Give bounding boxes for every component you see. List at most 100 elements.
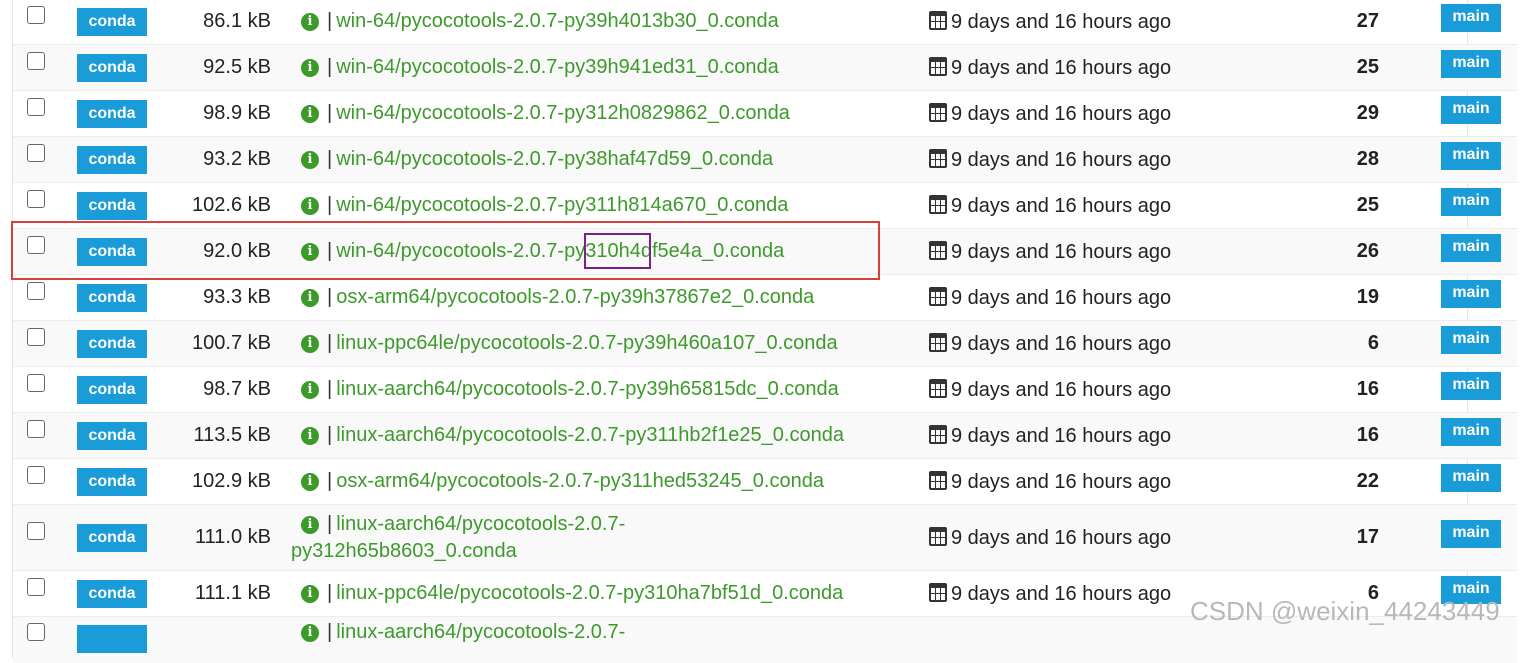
- row-checkbox[interactable]: [27, 97, 45, 116]
- download-count: 22: [1309, 458, 1379, 505]
- watermark: CSDN @weixin_44243449: [1190, 596, 1500, 626]
- row-checkbox[interactable]: [27, 143, 45, 162]
- file-link[interactable]: win-64/pycocotools-2.0.7-py38haf47d59_0.…: [336, 148, 773, 170]
- table-row: conda 111.0 kB i | linux-aarch64/pycocotoo…: [13, 504, 1517, 571]
- calendar-icon: [929, 379, 947, 398]
- file-link[interactable]: win-64/pycocotools-2.0.7-py312h0829862_0…: [336, 102, 790, 124]
- calendar-icon: [929, 11, 947, 30]
- label-badge[interactable]: main: [1441, 49, 1501, 78]
- type-badge: [77, 625, 147, 653]
- info-icon[interactable]: i: [301, 585, 319, 603]
- file-link[interactable]: linux-ppc64le/pycocotools-2.0.7-py310ha7…: [336, 582, 843, 604]
- download-count: 27: [1309, 0, 1379, 45]
- type-badge: conda: [77, 7, 147, 36]
- label-badge[interactable]: main: [1441, 279, 1501, 308]
- file-link[interactable]: win-64/pycocotools-2.0.7-py39h4013b30_0.…: [336, 10, 779, 32]
- type-badge: conda: [77, 237, 147, 266]
- table-row: conda 102.9 kB i | osx-arm64/pycocotools-2…: [13, 458, 1517, 505]
- row-checkbox[interactable]: [27, 465, 45, 484]
- calendar-icon: [929, 57, 947, 76]
- download-count: 6: [1309, 320, 1379, 367]
- file-size: 100.7 kB: [161, 320, 289, 367]
- separator: |: [327, 10, 333, 32]
- table-row: conda 93.2 kB i | win-64/pycocotools-2.0.7…: [13, 136, 1517, 183]
- calendar-icon: [929, 287, 947, 306]
- label-badge[interactable]: main: [1441, 417, 1501, 446]
- info-icon[interactable]: i: [301, 624, 319, 642]
- table-row: conda 100.7 kB i | linux-ppc64le/pycocotoo…: [13, 320, 1517, 367]
- info-icon[interactable]: i: [301, 59, 319, 77]
- row-checkbox[interactable]: [27, 577, 45, 596]
- type-badge: conda: [77, 579, 147, 608]
- row-checkbox[interactable]: [27, 373, 45, 392]
- label-badge[interactable]: main: [1441, 463, 1501, 492]
- row-checkbox[interactable]: [27, 327, 45, 346]
- separator: |: [327, 378, 333, 400]
- label-badge[interactable]: main: [1441, 141, 1501, 170]
- table-row: conda 92.5 kB i | win-64/pycocotools-2.0.7…: [13, 44, 1517, 91]
- download-count: 16: [1309, 412, 1379, 459]
- file-link[interactable]: win-64/pycocotools-2.0.7-py39h941ed31_0.…: [336, 56, 779, 78]
- info-icon[interactable]: i: [301, 105, 319, 123]
- download-count: 26: [1309, 228, 1379, 275]
- info-icon[interactable]: i: [301, 515, 319, 534]
- upload-date: 9 days and 16 hours ago: [951, 103, 1172, 125]
- file-size: 92.0 kB: [161, 228, 289, 275]
- type-badge: conda: [77, 523, 147, 552]
- upload-date: 9 days and 16 hours ago: [951, 425, 1172, 447]
- info-icon[interactable]: i: [301, 243, 319, 261]
- type-badge: conda: [77, 375, 147, 404]
- file-link[interactable]: osx-arm64/pycocotools-2.0.7-py39h37867e2…: [336, 286, 814, 308]
- label-badge[interactable]: main: [1441, 371, 1501, 400]
- table-row: conda 86.1 kB i | win-64/pycocotools-2.0.7…: [13, 0, 1517, 45]
- table-row: conda 98.9 kB i | win-64/pycocotools-2.0.7…: [13, 90, 1517, 137]
- info-icon[interactable]: i: [301, 13, 319, 31]
- info-icon[interactable]: i: [301, 473, 319, 491]
- row-checkbox[interactable]: [27, 51, 45, 70]
- upload-date: 9 days and 16 hours ago: [951, 379, 1172, 401]
- row-checkbox[interactable]: [27, 5, 45, 24]
- table-row: conda 93.3 kB i | osx-arm64/pycocotools-2.…: [13, 274, 1517, 321]
- upload-date: 9 days and 16 hours ago: [951, 195, 1172, 217]
- file-link[interactable]: linux-ppc64le/pycocotools-2.0.7-py39h460…: [336, 332, 837, 354]
- calendar-icon: [929, 527, 947, 546]
- row-checkbox[interactable]: [27, 189, 45, 208]
- type-badge: conda: [77, 99, 147, 128]
- row-checkbox[interactable]: [27, 419, 45, 438]
- file-link[interactable]: win-64/pycocotools-2.0.7-py310h4df5e4a_0…: [336, 240, 784, 262]
- upload-date: 9 days and 16 hours ago: [951, 11, 1172, 33]
- label-badge[interactable]: main: [1441, 3, 1501, 32]
- info-icon[interactable]: i: [301, 151, 319, 169]
- row-checkbox[interactable]: [27, 235, 45, 254]
- calendar-icon: [929, 333, 947, 352]
- table-row: conda 92.0 kB i | win-64/pycocotools-2.0.7…: [13, 228, 1517, 275]
- type-badge: conda: [77, 467, 147, 496]
- info-icon[interactable]: i: [301, 427, 319, 445]
- file-link[interactable]: linux-aarch64/pycocotools-2.0.7-py39h658…: [336, 378, 839, 400]
- file-size: 111.0 kB: [161, 504, 289, 571]
- row-checkbox[interactable]: [27, 281, 45, 300]
- file-size: 111.1 kB: [161, 570, 289, 617]
- info-icon[interactable]: i: [301, 335, 319, 353]
- upload-date: 9 days and 16 hours ago: [951, 149, 1172, 171]
- file-link[interactable]: linux-aarch64/pycocotools-2.0.7-py312h65…: [291, 513, 625, 562]
- info-icon[interactable]: i: [301, 197, 319, 215]
- file-size: 86.1 kB: [161, 0, 289, 45]
- label-badge[interactable]: main: [1441, 95, 1501, 124]
- info-icon[interactable]: i: [301, 381, 319, 399]
- type-badge: conda: [77, 53, 147, 82]
- file-link[interactable]: linux-aarch64/pycocotools-2.0.7-py311hb2…: [336, 424, 844, 446]
- label-badge[interactable]: main: [1441, 187, 1501, 216]
- row-checkbox[interactable]: [27, 623, 45, 641]
- row-checkbox[interactable]: [27, 521, 45, 540]
- info-icon[interactable]: i: [301, 289, 319, 307]
- file-link[interactable]: osx-arm64/pycocotools-2.0.7-py311hed5324…: [336, 470, 824, 492]
- upload-date: 9 days and 16 hours ago: [951, 471, 1172, 493]
- label-badge[interactable]: main: [1441, 519, 1501, 548]
- label-badge[interactable]: main: [1441, 233, 1501, 262]
- upload-date: 9 days and 16 hours ago: [951, 57, 1172, 79]
- file-link[interactable]: win-64/pycocotools-2.0.7-py311h814a670_0…: [336, 194, 788, 216]
- label-badge[interactable]: main: [1441, 325, 1501, 354]
- separator: |: [327, 102, 333, 124]
- calendar-icon: [929, 583, 947, 602]
